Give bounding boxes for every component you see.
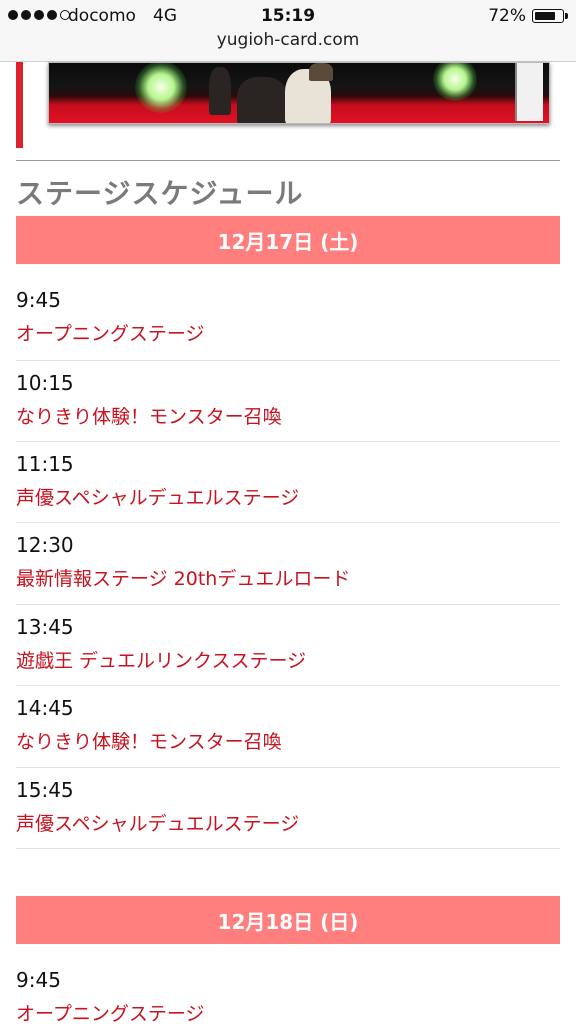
schedule-item: 12:30 最新情報ステージ 20thデュエルロード [16,523,560,605]
schedule-item: 10:15 なりきり体験！モンスター召喚 [16,361,560,442]
schedule-time: 14:45 [16,696,74,720]
battery-percentage: 72% [488,6,526,26]
schedule-time: 11:15 [16,452,74,476]
schedule-item: 9:45 オープニングステージ [16,958,560,1024]
schedule-link[interactable]: オープニングステージ [16,319,204,346]
battery-icon [532,9,568,23]
schedule-time: 15:45 [16,778,74,802]
schedule-link[interactable]: 声優スペシャルデュエルステージ [16,483,299,510]
schedule-item: 13:45 遊戯王 デュエルリンクスステージ [16,605,560,686]
schedule-time: 9:45 [16,968,61,992]
day-header-2: 12月18日 (日) [16,896,560,944]
schedule-link[interactable]: なりきり体験！モンスター召喚 [16,402,282,429]
schedule-time: 13:45 [16,615,74,639]
schedule-link[interactable]: なりきり体験！モンスター召喚 [16,727,282,754]
schedule-link[interactable]: 声優スペシャルデュエルステージ [16,809,299,836]
schedule-link[interactable]: 遊戯王 デュエルリンクスステージ [16,646,306,673]
stage-photo [48,62,550,124]
browser-top-bar: docomo 4G 15:19 72% yugioh-card.com [0,0,576,62]
schedule-link[interactable]: 最新情報ステージ 20thデュエルロード [16,564,350,591]
status-bar: docomo 4G 15:19 72% [0,0,576,32]
schedule-item: 11:15 声優スペシャルデュエルステージ [16,442,560,523]
schedule-link[interactable]: オープニングステージ [16,999,204,1024]
schedule-time: 10:15 [16,371,74,395]
accent-left-bar [16,62,23,148]
day-header-1: 12月17日 (土) [16,216,560,264]
section-divider [16,160,560,161]
schedule-item: 15:45 声優スペシャルデュエルステージ [16,768,560,849]
address-bar[interactable]: yugioh-card.com [0,30,576,50]
schedule-item: 9:45 オープニングステージ [16,278,560,361]
schedule-time: 12:30 [16,533,74,557]
schedule-time: 9:45 [16,288,61,312]
schedule-title: ステージスケジュール [16,177,304,210]
schedule-item: 14:45 なりきり体験！モンスター召喚 [16,686,560,768]
